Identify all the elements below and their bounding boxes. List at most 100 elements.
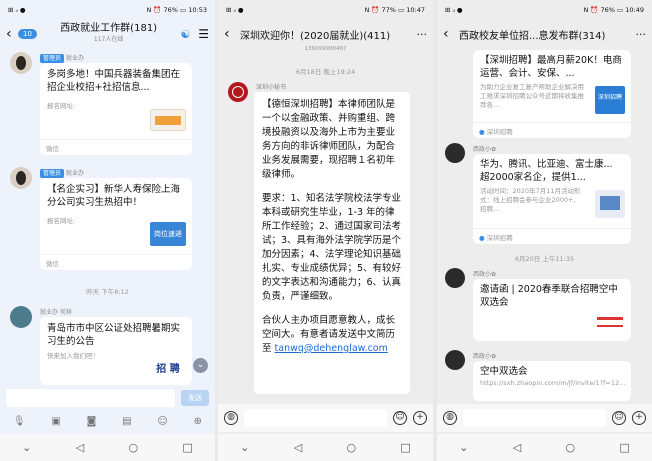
share-card[interactable]: 【名企实习】新华人寿保险上海分公司实习生热招中！ 报名网址: 岗位速递 微信 bbox=[40, 178, 192, 270]
card-thumbnail bbox=[595, 313, 625, 337]
share-card[interactable]: 华为、腾讯、比亚迪、富士康... 超2000家名企，提供1... 活动时间：20… bbox=[473, 154, 631, 244]
message-bubble[interactable]: 【德恒深圳招聘】本律师团队是一个以金融政策、并购重组、跨境投融资以及海外上市为主… bbox=[254, 92, 410, 394]
card-thumbnail bbox=[150, 109, 186, 131]
plus-icon[interactable]: + bbox=[632, 411, 646, 425]
unread-badge[interactable]: 10 bbox=[18, 29, 37, 39]
voice-icon[interactable]: ◍ bbox=[224, 411, 238, 425]
status-bar: ⊞ ᵢₗ ● N ⏰ 77% ▭ 10:47 bbox=[226, 6, 425, 14]
admin-tag: 管理员 bbox=[40, 169, 65, 178]
send-button[interactable]: 发送 bbox=[181, 390, 209, 406]
message-text: 【德恒深圳招聘】本律师团队是一个以金融政策、并购重组、跨境投融资以及海外上市为主… bbox=[262, 99, 396, 180]
message-input[interactable] bbox=[463, 409, 606, 427]
share-card[interactable]: 空中双选会 https://sxh.zhaopin.com/m/jf/invit… bbox=[473, 361, 631, 401]
recent-icon[interactable]: □ bbox=[400, 441, 410, 454]
source-icon: ● bbox=[479, 128, 485, 136]
share-card[interactable]: 【深圳招聘】最高月薪20K！电商运营、会计、安保、... 为助力企业复工复产帮助… bbox=[473, 50, 631, 138]
card-title: 空中双选会 bbox=[480, 366, 528, 377]
plus-icon[interactable]: ⊕ bbox=[194, 416, 202, 427]
card-footer: 微信 bbox=[40, 254, 192, 270]
down-icon[interactable]: ⌄ bbox=[459, 441, 468, 454]
message-input[interactable] bbox=[6, 389, 175, 407]
share-card[interactable]: 青岛市市中区公证处招聘暑期实习生的公告 快来加入我们吧！ 招 聘 bbox=[40, 317, 192, 385]
group-icon[interactable]: ☯ bbox=[180, 28, 190, 41]
phone-1: ⊞ ᵢₗ ● N ⏰ 76% ▭ 10:53 ‹ 10 西政就业工作群(181)… bbox=[0, 0, 215, 461]
card-title: 多岗多地！中国兵器装备集团在招企业校招+社招信息... bbox=[47, 69, 181, 93]
message-input[interactable] bbox=[244, 409, 387, 427]
sender-name: 就业办 bbox=[66, 55, 85, 62]
scroll-down-icon[interactable]: ⌄ bbox=[193, 358, 208, 373]
chat-title: 西政校友单位招...息发布群(314) bbox=[459, 30, 606, 42]
emoji-icon[interactable]: ☺ bbox=[157, 416, 167, 427]
toolbar: 🎙 ▣ ◙ ▤ ☺ ⊕ bbox=[0, 410, 215, 432]
file-icon[interactable]: ▤ bbox=[122, 416, 131, 427]
message-text: 要求：1、知名法学院校法学专业本科或研究生毕业，1-3 年的律所工作经验；2、通… bbox=[262, 193, 402, 302]
chat-title: 深圳欢迎你！(2020届就业)(411) bbox=[240, 30, 391, 42]
home-icon[interactable]: ○ bbox=[565, 441, 575, 454]
admin-tag: 管理员 bbox=[40, 54, 65, 63]
chat-title: 西政就业工作群(181) bbox=[60, 23, 158, 34]
voice-icon[interactable]: 🎙 bbox=[13, 416, 26, 427]
avatar[interactable] bbox=[445, 143, 465, 163]
input-bar: 发送 bbox=[0, 386, 215, 410]
home-icon[interactable]: ○ bbox=[128, 441, 138, 454]
more-icon[interactable]: ··· bbox=[417, 28, 428, 41]
status-bar: ⊞ ᵢₗ ● N ⏰ 76% ▭ 10:53 bbox=[8, 6, 207, 14]
email-link[interactable]: tanwq@dehenglaw.com bbox=[275, 343, 388, 354]
timestamp: 昨天 下午8:12 bbox=[86, 288, 129, 296]
back-nav-icon[interactable]: ◁ bbox=[513, 441, 521, 454]
voice-icon[interactable]: ◍ bbox=[443, 411, 457, 425]
chat-header: ‹ 10 西政就业工作群(181) 117人在线 ☯ ☰ bbox=[0, 20, 215, 48]
system-nav: ⌄ ◁ ○ □ bbox=[218, 434, 433, 461]
system-nav: ⌄ ◁ ○ □ bbox=[437, 434, 652, 461]
menu-icon[interactable]: ☰ bbox=[198, 27, 209, 41]
emoji-icon[interactable]: ☺ bbox=[393, 411, 407, 425]
home-icon[interactable]: ○ bbox=[346, 441, 356, 454]
recent-icon[interactable]: □ bbox=[619, 441, 629, 454]
emoji-icon[interactable]: ☺ bbox=[612, 411, 626, 425]
camera-icon[interactable]: ◙ bbox=[87, 416, 97, 427]
more-icon[interactable]: ··· bbox=[636, 28, 647, 41]
status-bar: ⊞ ᵢₗ ● N ⏰ 76% ▭ 10:49 bbox=[445, 6, 644, 14]
card-footer: ● 深圳招聘 bbox=[473, 228, 631, 244]
back-icon[interactable]: ‹ bbox=[6, 26, 18, 42]
sender-name: 就业办 bbox=[66, 170, 85, 177]
card-desc: https://sxh.zhaopin.com/m/jf/invite/1?f=… bbox=[480, 379, 626, 387]
avatar[interactable] bbox=[228, 82, 248, 102]
plus-icon[interactable]: + bbox=[413, 411, 427, 425]
avatar[interactable] bbox=[10, 52, 32, 74]
card-title: 【深圳招聘】最高月薪20K！电商运营、会计、安保、... bbox=[480, 55, 622, 79]
back-nav-icon[interactable]: ◁ bbox=[294, 441, 302, 454]
card-thumbnail: 招 聘 bbox=[148, 357, 188, 383]
card-title: 【名企实习】新华人寿保险上海分公司实习生热招中！ bbox=[47, 184, 181, 208]
system-nav: ⌄ ◁ ○ □ bbox=[0, 434, 215, 461]
card-title: 青岛市市中区公证处招聘暑期实习生的公告 bbox=[47, 323, 181, 347]
card-title: 华为、腾讯、比亚迪、富士康... 超2000家名企，提供1... bbox=[480, 159, 613, 183]
sender-name: 西政小✿ bbox=[473, 353, 497, 360]
avatar[interactable] bbox=[445, 350, 465, 370]
input-bar: ◍ ☺ + bbox=[437, 404, 652, 432]
card-footer: ● 深圳招聘 bbox=[473, 122, 631, 138]
phone-2: ⊞ ᵢₗ ● N ⏰ 77% ▭ 10:47 ‹ 深圳欢迎你！(2020届就业)… bbox=[218, 0, 433, 461]
phone-number: 136099998487 bbox=[304, 46, 347, 52]
avatar[interactable] bbox=[10, 306, 32, 328]
online-count: 117人在线 bbox=[93, 36, 124, 43]
down-icon[interactable]: ⌄ bbox=[240, 441, 249, 454]
card-footer: 微信 bbox=[40, 139, 192, 155]
down-icon[interactable]: ⌄ bbox=[22, 441, 31, 454]
chat-header: ‹ 西政校友单位招...息发布群(314) ··· bbox=[437, 20, 652, 48]
timestamp: 6月20日 上午11:35 bbox=[514, 255, 575, 263]
card-thumbnail bbox=[595, 190, 625, 218]
back-icon[interactable]: ‹ bbox=[443, 26, 455, 42]
sender-name: 西政小✿ bbox=[473, 146, 497, 153]
avatar[interactable] bbox=[445, 268, 465, 288]
avatar[interactable] bbox=[10, 167, 32, 189]
sender-name: 西政小✿ bbox=[473, 271, 497, 278]
share-card[interactable]: 邀请函 | 2020春季联合招聘空中双选会 bbox=[473, 279, 631, 341]
share-card[interactable]: 多岗多地！中国兵器装备集团在招企业校招+社招信息... 报名网址: 微信 bbox=[40, 63, 192, 155]
back-nav-icon[interactable]: ◁ bbox=[76, 441, 84, 454]
card-thumbnail: 深圳招聘 bbox=[595, 86, 625, 114]
card-desc: 活动时间：2020年7月11月活动形式：线上招聘会参与企业2000+, 招聘..… bbox=[480, 187, 581, 213]
image-icon[interactable]: ▣ bbox=[51, 416, 60, 427]
back-icon[interactable]: ‹ bbox=[224, 26, 236, 42]
recent-icon[interactable]: □ bbox=[182, 441, 192, 454]
